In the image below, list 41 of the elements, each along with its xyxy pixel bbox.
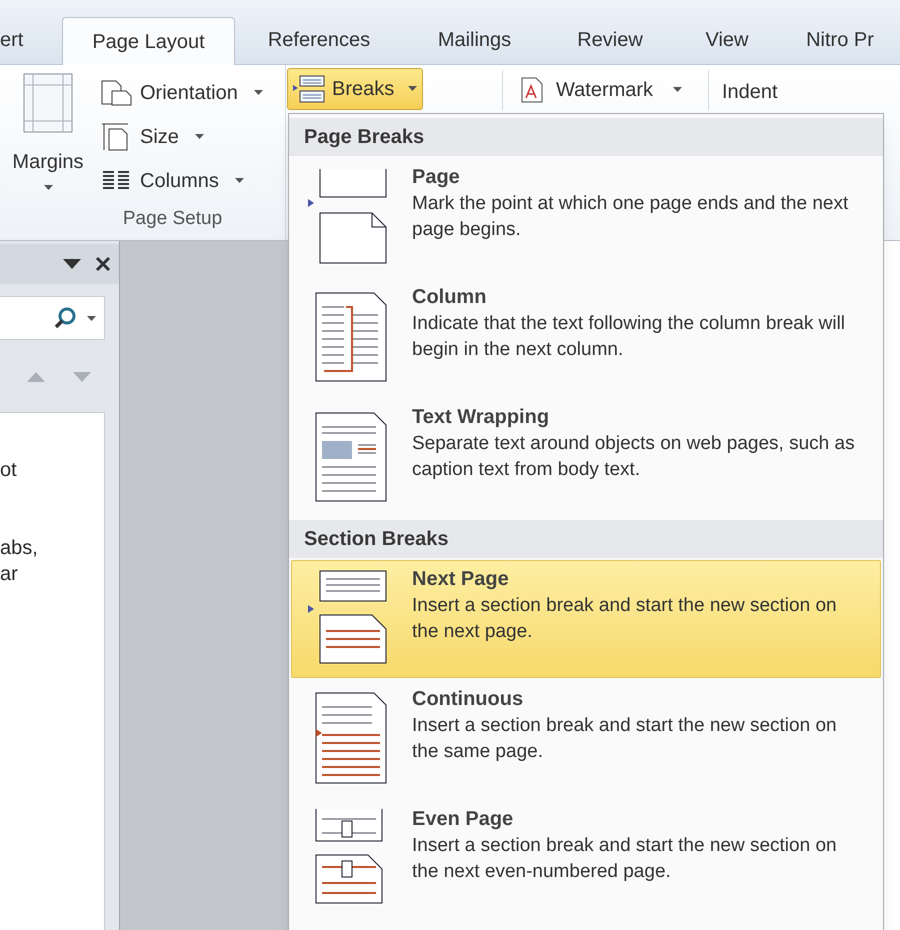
- pane-menu-caret-icon[interactable]: [63, 259, 81, 269]
- ribbon-tab[interactable]: Review: [546, 16, 674, 64]
- breaks-icon: [292, 74, 326, 104]
- dropdown-caret-icon: [254, 90, 263, 94]
- page-orientation-icon: [100, 79, 132, 107]
- dropdown-caret-icon: [234, 178, 244, 182]
- dropdown-caret-icon: [44, 185, 52, 190]
- menu-item[interactable]: Page Mark the point at which one page ends and the next page begins.: [291, 158, 881, 276]
- ribbon-tab[interactable]: Mailings: [403, 16, 546, 64]
- result-text: abs,: [0, 536, 39, 561]
- result-text: ar: [0, 562, 19, 587]
- watermark-icon: [520, 76, 544, 104]
- indent-label: Indent: [722, 80, 778, 105]
- menu-item[interactable]: Continuous Insert a section break and start the new section on the same page.: [291, 680, 881, 798]
- dropdown-caret-icon: [673, 86, 682, 92]
- group-label: Page Setup: [122, 207, 224, 231]
- orientation-button[interactable]: Orientation: [96, 73, 267, 113]
- close-icon[interactable]: [95, 256, 111, 272]
- ribbon-tab[interactable]: Page Layout: [62, 17, 235, 65]
- watermark-button[interactable]: Watermark: [518, 70, 684, 110]
- search-field[interactable]: [0, 296, 105, 340]
- result-text: ot: [0, 458, 18, 483]
- margins-button[interactable]: Margins: [0, 65, 96, 205]
- size-button[interactable]: Size: [96, 117, 267, 157]
- menu-section-header: Section Breaks: [289, 520, 883, 558]
- search-icon: [53, 306, 77, 330]
- ribbon-tab[interactable]: Nitro Pr: [780, 16, 900, 64]
- ribbon-tab[interactable]: References: [235, 16, 403, 64]
- ribbon-tab[interactable]: ert: [0, 16, 62, 64]
- dropdown-caret-icon: [194, 134, 204, 138]
- margins-icon: [23, 73, 73, 133]
- columns-button[interactable]: Columns: [96, 161, 267, 201]
- menu-item[interactable]: Column Indicate that the text following the column break will begin in the next column.: [291, 278, 881, 396]
- menu-item[interactable]: Next Page Insert a section break and start the new section on the next page.: [291, 560, 881, 678]
- menu-item[interactable]: Text Wrapping Separate text around objects on web pages, such as caption text from body text.: [291, 398, 881, 516]
- dropdown-caret-icon: [87, 316, 96, 320]
- menu-item[interactable]: Even Page Insert a section break and start the new section on the next even-numbered page.: [291, 800, 881, 918]
- menu-section-header: Page Breaks: [289, 118, 883, 156]
- dropdown-caret-icon: [408, 86, 418, 90]
- ribbon-tab[interactable]: View: [674, 16, 780, 64]
- breaks-button[interactable]: Breaks: [287, 68, 423, 110]
